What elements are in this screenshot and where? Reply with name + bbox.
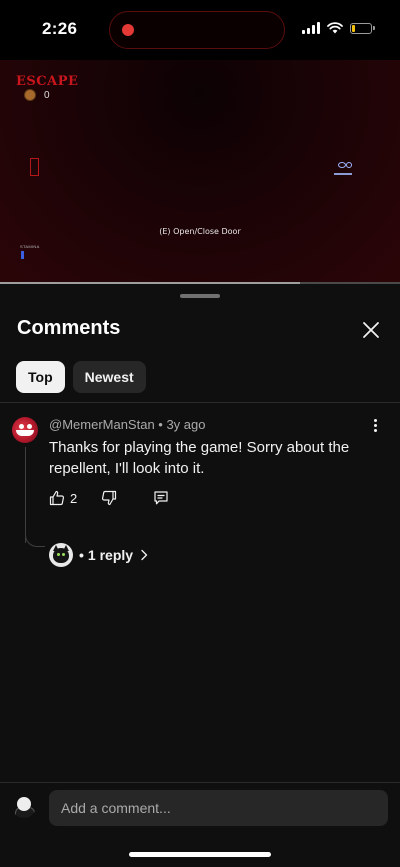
dislike-button[interactable]: [101, 490, 117, 506]
user-avatar: [12, 794, 36, 818]
dynamic-island: [109, 11, 285, 49]
door-marker: [30, 158, 39, 176]
wifi-icon: [327, 22, 343, 34]
game-hint-text: (E) Open/Close Door: [159, 227, 241, 236]
tab-newest[interactable]: Newest: [72, 361, 146, 393]
reply-button[interactable]: [153, 490, 169, 506]
more-vertical-icon: [373, 419, 377, 422]
cookie-count: 0: [44, 89, 50, 101]
status-icons: [302, 22, 375, 34]
battery-icon: [350, 22, 375, 34]
cellular-signal-icon: [302, 22, 320, 34]
comments-sheet: Comments Top Newest @MemerManStan • 3y a…: [0, 284, 400, 867]
divider: [0, 782, 400, 783]
divider: [0, 402, 400, 403]
like-button[interactable]: 2: [49, 490, 77, 506]
drag-handle[interactable]: [180, 294, 220, 298]
game-title: ESCAPE: [16, 74, 79, 89]
comment-text: Thanks for playing the game! Sorry about…: [49, 439, 350, 477]
status-time: 2:26: [42, 19, 78, 38]
view-replies-button[interactable]: • 1 reply: [49, 543, 149, 567]
thread-curve: [25, 527, 45, 547]
battery-level: [352, 24, 355, 32]
comment-meta[interactable]: @MemerManStan • 3y ago: [49, 417, 205, 432]
comments-title: Comments: [17, 317, 121, 339]
recording-indicator-icon: [122, 24, 134, 36]
reply-separator: •: [79, 547, 84, 563]
close-button[interactable]: [360, 319, 382, 341]
like-count: 2: [70, 490, 78, 506]
reply-avatar: [49, 543, 73, 567]
home-indicator: [129, 852, 271, 857]
cookie-icon: [24, 89, 36, 101]
video-player[interactable]: ESCAPE 0 (E) Open/Close Door STAMINA: [0, 60, 400, 284]
thumbs-down-icon: [102, 490, 117, 506]
reply-icon: [154, 491, 168, 505]
chevron-right-icon: [141, 549, 148, 561]
commenter-avatar[interactable]: [12, 417, 38, 443]
creature-figure: [334, 162, 352, 176]
thumbs-up-icon: [49, 490, 65, 506]
stamina-label: STAMINA: [20, 244, 40, 249]
sort-tabs: Top Newest: [16, 361, 146, 393]
reply-count-label: 1 reply: [87, 547, 134, 563]
status-bar: 2:26: [0, 0, 400, 60]
more-options-button[interactable]: [368, 419, 382, 437]
add-comment-input[interactable]: [49, 790, 388, 826]
comment-actions: 2: [49, 490, 169, 506]
cookie-counter: 0: [24, 89, 50, 101]
stamina-bar: [21, 251, 24, 259]
close-icon: [363, 322, 379, 338]
tab-top[interactable]: Top: [16, 361, 65, 393]
